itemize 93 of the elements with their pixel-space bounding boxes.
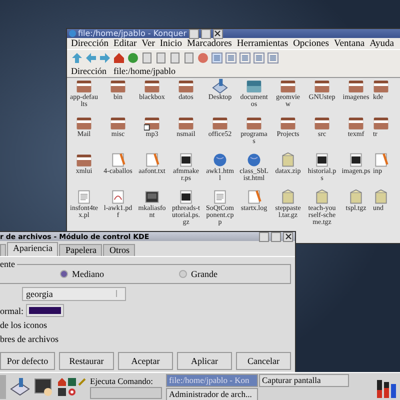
globe-icon[interactable]: [246, 152, 262, 168]
folder-icon[interactable]: [212, 115, 228, 131]
detail-view-icon[interactable]: [253, 52, 265, 64]
folder-icon[interactable]: [373, 115, 389, 131]
dialog-button[interactable]: Aplicar: [177, 352, 232, 370]
document-icon[interactable]: [212, 189, 228, 205]
pdf-file-icon[interactable]: [110, 189, 126, 205]
package-icon[interactable]: [314, 189, 330, 205]
run-command-field[interactable]: [90, 386, 162, 398]
package-icon[interactable]: [373, 189, 389, 205]
close-button[interactable]: [212, 28, 222, 38]
package-icon[interactable]: [280, 152, 296, 168]
package-icon[interactable]: [280, 189, 296, 205]
kde-menu-icon[interactable]: [10, 377, 30, 397]
radio-button[interactable]: [179, 270, 187, 278]
stop-icon[interactable]: [197, 52, 209, 64]
text-file-icon[interactable]: [246, 189, 262, 205]
image-file-icon[interactable]: [178, 152, 194, 168]
package-icon[interactable]: [348, 189, 364, 205]
icon-view-icon[interactable]: [211, 52, 223, 64]
menu-item[interactable]: Ventana: [334, 38, 365, 48]
folder-icon[interactable]: [178, 78, 194, 94]
home-icon[interactable]: [113, 52, 125, 64]
image-file-icon[interactable]: [314, 152, 330, 168]
radio-label: Grande: [191, 269, 218, 279]
document-icon[interactable]: [76, 189, 92, 205]
maximize-button[interactable]: [188, 28, 198, 38]
folder-icon[interactable]: [373, 78, 389, 94]
task-button[interactable]: Capturar pantalla: [259, 374, 349, 386]
group-label: ente: [0, 259, 17, 269]
location-label: Dirección: [71, 66, 106, 76]
menu-item[interactable]: Dirección: [71, 38, 108, 48]
pencil-icon[interactable]: [78, 378, 86, 386]
window-title: file:/home/jpablo - Konquer: [78, 29, 186, 38]
folder-icon[interactable]: [178, 115, 194, 131]
image-file-icon[interactable]: [348, 152, 364, 168]
task-button[interactable]: Administrador de arch...: [166, 388, 258, 400]
menu-item[interactable]: Herramientas: [236, 38, 288, 48]
option-label: de los iconos: [0, 320, 48, 331]
menu-item[interactable]: Editar: [113, 38, 137, 48]
folder-icon[interactable]: [76, 115, 92, 131]
color-button[interactable]: [26, 304, 64, 317]
up-arrow-icon[interactable]: [71, 52, 83, 64]
menu-item[interactable]: Marcadores: [187, 38, 232, 48]
lifebuoy-icon[interactable]: [68, 388, 76, 396]
folder-icon[interactable]: [280, 115, 296, 131]
option-label: bres de archivos: [0, 334, 60, 345]
folder-icon[interactable]: [280, 78, 296, 94]
dialog-button[interactable]: Restaurar: [59, 352, 114, 370]
radio-label: Mediano: [72, 269, 104, 279]
folder-icon[interactable]: [110, 115, 126, 131]
menu-item[interactable]: Inicio: [160, 38, 182, 48]
forward-arrow-icon[interactable]: [99, 52, 111, 64]
folder-icon[interactable]: [144, 78, 160, 94]
home-icon[interactable]: [58, 378, 66, 386]
text-view-icon[interactable]: [267, 52, 279, 64]
taskbar-handle[interactable]: [0, 375, 6, 399]
back-arrow-icon[interactable]: [85, 52, 97, 64]
minimize-button[interactable]: [200, 28, 210, 38]
image-file-icon[interactable]: [178, 189, 194, 205]
dialog-button[interactable]: Por defecto: [0, 352, 55, 370]
text-file-icon[interactable]: [373, 152, 389, 168]
radio-button[interactable]: [60, 270, 68, 278]
folder-icon[interactable]: [348, 115, 364, 131]
tab[interactable]: Apariencia: [7, 242, 58, 256]
tree-view-icon[interactable]: [239, 52, 251, 64]
folder-icon[interactable]: [144, 115, 160, 131]
run-command-label: Ejecuta Comando:: [90, 376, 154, 386]
folder-icon[interactable]: [76, 78, 92, 94]
font-dropdown[interactable]: georgia: [22, 287, 126, 301]
desktop-icon[interactable]: [212, 78, 228, 94]
menu-item[interactable]: Opciones: [293, 38, 329, 48]
color-label: ormal:: [0, 306, 24, 316]
reload-icon[interactable]: [127, 52, 139, 64]
globe-icon[interactable]: [212, 152, 228, 168]
text-file-icon[interactable]: [144, 152, 160, 168]
tab[interactable]: Otros: [103, 244, 136, 256]
dialog-button[interactable]: Cancelar: [236, 352, 291, 370]
tab[interactable]: Papelera: [59, 244, 102, 256]
folder-icon[interactable]: [348, 78, 364, 94]
close-button[interactable]: [283, 232, 293, 242]
folder-icon[interactable]: [76, 152, 92, 168]
menu-item[interactable]: Ver: [142, 38, 155, 48]
minimize-button[interactable]: [271, 232, 281, 242]
folder-icon[interactable]: [110, 78, 126, 94]
list-view-icon[interactable]: [225, 52, 237, 64]
folder-icon[interactable]: [314, 115, 330, 131]
text-file-icon[interactable]: [110, 152, 126, 168]
menu-item[interactable]: Ayuda: [370, 38, 394, 48]
folder-icon[interactable]: [314, 78, 330, 94]
maximize-button[interactable]: [259, 232, 269, 242]
folder-icon[interactable]: [246, 115, 262, 131]
dialog-button[interactable]: Aceptar: [118, 352, 173, 370]
